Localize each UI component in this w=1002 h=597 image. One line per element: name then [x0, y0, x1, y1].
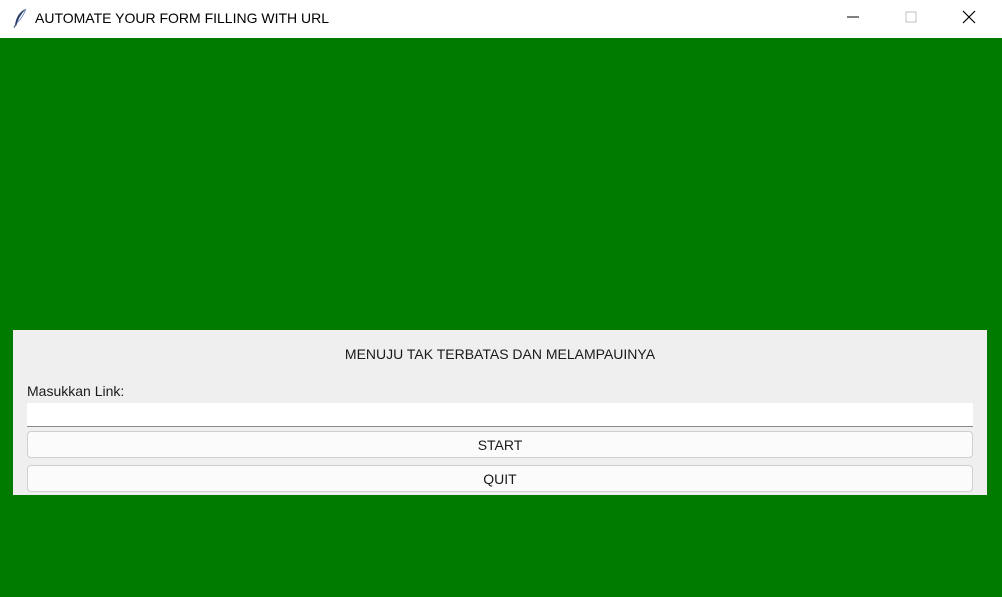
window-title: AUTOMATE YOUR FORM FILLING WITH URL: [35, 10, 330, 26]
feather-icon: [12, 8, 30, 28]
link-label: Masukkan Link:: [27, 383, 125, 399]
window-client-area: MENUJU TAK TERBATAS DAN MELAMPAUINYA Mas…: [0, 38, 1002, 597]
form-panel: MENUJU TAK TERBATAS DAN MELAMPAUINYA Mas…: [13, 330, 987, 495]
maximize-icon: [905, 10, 917, 28]
close-button[interactable]: [940, 0, 998, 38]
start-button[interactable]: START: [27, 431, 973, 458]
link-input[interactable]: [27, 403, 973, 427]
maximize-button[interactable]: [882, 0, 940, 38]
quit-button[interactable]: QUIT: [27, 465, 973, 492]
panel-headline: MENUJU TAK TERBATAS DAN MELAMPAUINYA: [344, 346, 656, 362]
app-window: AUTOMATE YOUR FORM FILLING WITH URL MENU…: [0, 0, 1002, 597]
minimize-icon: [847, 10, 859, 28]
minimize-button[interactable]: [824, 0, 882, 38]
title-bar: AUTOMATE YOUR FORM FILLING WITH URL: [0, 0, 1002, 38]
close-icon: [962, 10, 976, 29]
